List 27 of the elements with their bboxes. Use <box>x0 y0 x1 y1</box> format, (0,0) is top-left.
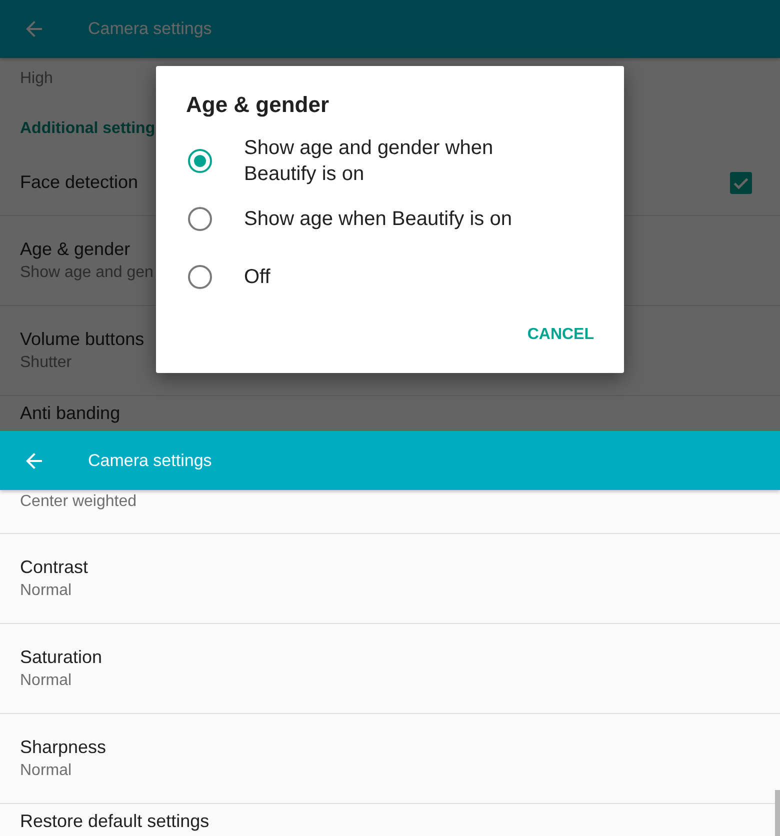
dialog-title: Age & gender <box>186 92 330 118</box>
item-title: Face detection <box>20 172 138 193</box>
radio-button[interactable] <box>188 207 212 231</box>
item-title: Anti banding <box>20 403 120 424</box>
screen-title: Camera settings <box>88 450 212 470</box>
radio-button[interactable] <box>188 149 212 173</box>
item-title: Contrast <box>20 557 88 578</box>
item-summary: Center weighted <box>20 493 137 511</box>
category-heading: Additional setting <box>20 120 156 138</box>
radio-option[interactable]: Show age when Beautify is on <box>186 190 594 248</box>
scrollbar[interactable] <box>775 790 780 836</box>
checkbox[interactable] <box>730 172 752 194</box>
radio-option[interactable]: Off <box>186 248 594 306</box>
item-summary: Show age and gen <box>20 264 154 282</box>
item-summary: Normal <box>20 672 72 690</box>
item-title: Age & gender <box>20 239 130 260</box>
item-summary: Normal <box>20 762 72 780</box>
screen-title: Camera settings <box>88 19 212 39</box>
item-summary: High <box>20 70 53 88</box>
item-title: Restore default settings <box>20 811 210 832</box>
item-summary: Normal <box>20 582 72 600</box>
item-title: Volume buttons <box>20 329 144 350</box>
radio-option[interactable]: Show age and gender when Beautify is on <box>186 132 594 190</box>
radio-button[interactable] <box>188 265 212 289</box>
item-summary: Shutter <box>20 354 72 372</box>
item-title: Sharpness <box>20 737 106 758</box>
item-title: Saturation <box>20 647 102 668</box>
